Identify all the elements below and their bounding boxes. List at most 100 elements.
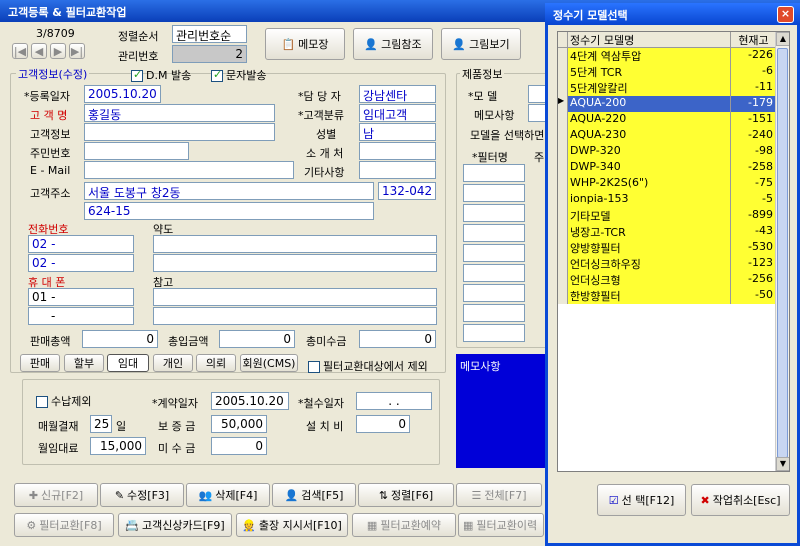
ref2-field[interactable]	[153, 307, 437, 325]
rent-field[interactable]: 15,000	[90, 437, 146, 455]
col-model-name[interactable]: 정수기 모델명	[568, 32, 731, 47]
dm-checkbox[interactable]: D.M 발송	[131, 67, 191, 83]
type-member-button[interactable]: 회원(CMS)	[240, 354, 298, 372]
rrn-field[interactable]	[84, 142, 189, 160]
filter-change-button[interactable]: ⚙ 필터교환[F8]	[14, 513, 114, 537]
model-name: AQUA-220	[568, 112, 731, 128]
filter-history-button[interactable]: ▦ 필터교환이력	[458, 513, 544, 537]
model-field[interactable]	[528, 85, 546, 103]
model-row[interactable]: AQUA-220 -151	[558, 112, 776, 128]
mobile1-field[interactable]: 01 -	[28, 288, 134, 306]
mobile2-field[interactable]: -	[28, 307, 134, 325]
picture-ref-button[interactable]: 👤 그림참조	[353, 28, 433, 60]
email-field[interactable]	[84, 161, 294, 179]
etc-field[interactable]	[359, 161, 436, 179]
filter-row[interactable]	[463, 264, 525, 282]
sort-button[interactable]: ⇅ 정렬[F6]	[358, 483, 454, 507]
phone2-field[interactable]: 02 -	[28, 254, 134, 272]
category-field[interactable]: 임대고객	[359, 104, 436, 122]
memo-button[interactable]: 📋 메모장	[265, 28, 345, 60]
all-button[interactable]: ☰ 전체[F7]	[456, 483, 542, 507]
install-field[interactable]: 0	[356, 415, 410, 433]
model-row[interactable]: ▶ AQUA-200 -179	[558, 96, 776, 112]
sort-select[interactable]: 관리번호순	[172, 25, 247, 43]
map2-field[interactable]	[153, 254, 437, 272]
filter-row[interactable]	[463, 184, 525, 202]
cancel-button[interactable]: ✖ 작업취소[Esc]	[691, 484, 790, 516]
model-row[interactable]: AQUA-230 -240	[558, 128, 776, 144]
first-record-button[interactable]: |◀	[12, 43, 28, 59]
model-row[interactable]: 기타모델 -899	[558, 208, 776, 224]
col-stock[interactable]: 현재고	[731, 32, 776, 47]
search-button[interactable]: 👤 검색[F5]	[272, 483, 356, 507]
model-row[interactable]: 4단계 역삼투압 -226	[558, 48, 776, 64]
type-request-button[interactable]: 의뢰	[196, 354, 236, 372]
picture-view-button[interactable]: 👤 그림보기	[441, 28, 521, 60]
scroll-up-icon[interactable]: ▲	[776, 32, 789, 46]
model-grid[interactable]: 정수기 모델명 현재고 4단계 역삼투압 -226 5단계 TCR -6 5단계알칼리 -…	[557, 31, 790, 472]
type-sale-button[interactable]: 판매	[20, 354, 60, 372]
filter-reserve-button[interactable]: ▦ 필터교환예약	[352, 513, 456, 537]
sms-checkbox[interactable]: 문자발송	[211, 67, 266, 83]
dispatch-button[interactable]: 👷 출장 지시서[F10]	[236, 513, 348, 537]
next-record-button[interactable]: ▶	[50, 43, 66, 59]
product-section-title: 제품정보	[460, 66, 505, 82]
filter-row[interactable]	[463, 224, 525, 242]
gender-field[interactable]: 남	[359, 123, 436, 141]
zip-field[interactable]: 132-042	[378, 182, 436, 200]
info-field[interactable]	[84, 123, 275, 141]
vertical-scrollbar[interactable]: ▲ ▼	[775, 32, 789, 471]
new-icon: ✚	[28, 488, 39, 502]
ref1-field[interactable]	[153, 288, 437, 306]
product-memo-field[interactable]	[528, 104, 546, 122]
filter-row[interactable]	[463, 164, 525, 182]
type-installment-button[interactable]: 할부	[64, 354, 104, 372]
last-record-button[interactable]: ▶|	[69, 43, 85, 59]
select-button[interactable]: ☑ 선 택[F12]	[597, 484, 686, 516]
address2-field[interactable]: 624-15	[84, 202, 374, 220]
scroll-thumb[interactable]	[777, 48, 788, 458]
filter-row[interactable]	[463, 244, 525, 262]
filter-row[interactable]	[463, 284, 525, 302]
manager-field[interactable]: 강남센타	[359, 85, 436, 103]
filter-row[interactable]	[463, 304, 525, 322]
dialog-title-bar: 정수기 모델선택 ×	[545, 3, 800, 25]
address-field[interactable]: 서울 도봉구 창2동	[84, 182, 374, 200]
close-icon[interactable]: ×	[777, 6, 794, 23]
filter-row[interactable]	[463, 204, 525, 222]
model-row[interactable]: DWP-340 -258	[558, 160, 776, 176]
name-field[interactable]: 홍길동	[84, 104, 275, 122]
reg-date-field[interactable]: 2005.10.20	[84, 85, 161, 103]
edit-button[interactable]: ✎ 수정[F3]	[100, 483, 184, 507]
new-button[interactable]: ✚ 신규[F2]	[14, 483, 98, 507]
referrer-field[interactable]	[359, 142, 436, 160]
model-row[interactable]: 언더싱크형 -256	[558, 272, 776, 288]
model-row[interactable]: WHP-2K2S(6") -75	[558, 176, 776, 192]
type-personal-button[interactable]: 개인	[153, 354, 193, 372]
model-row[interactable]: DWP-320 -98	[558, 144, 776, 160]
filter-row[interactable]	[463, 324, 525, 342]
model-row[interactable]: ionpia-153 -5	[558, 192, 776, 208]
prev-record-button[interactable]: ◀	[31, 43, 47, 59]
model-row[interactable]: 양방향필터 -530	[558, 240, 776, 256]
reg-date-label: *등록일자	[24, 90, 70, 103]
model-row[interactable]: 한방향필터 -50	[558, 288, 776, 304]
model-row[interactable]: 5단계 TCR -6	[558, 64, 776, 80]
monthly-day-field[interactable]: 25	[90, 415, 112, 433]
delete-button[interactable]: 👥 삭제[F4]	[186, 483, 270, 507]
scroll-down-icon[interactable]: ▼	[776, 457, 789, 471]
model-row[interactable]: 5단계알칼리 -11	[558, 80, 776, 96]
filter-exclude-checkbox[interactable]: 필터교환대상에서 제외	[308, 358, 428, 374]
contract-date-field[interactable]: 2005.10.20	[211, 392, 289, 410]
memo-box[interactable]: 메모사항	[456, 354, 548, 468]
map1-field[interactable]	[153, 235, 437, 253]
deposit-field[interactable]: 50,000	[211, 415, 267, 433]
etc-label: 기타사항	[304, 166, 345, 179]
withdraw-date-field[interactable]: . .	[356, 392, 432, 410]
model-row[interactable]: 언더싱크하우징 -123	[558, 256, 776, 272]
type-rental-button[interactable]: 임대	[107, 354, 149, 372]
collect-exclude-checkbox[interactable]: 수납제외	[36, 393, 91, 409]
phone1-field[interactable]: 02 -	[28, 235, 134, 253]
model-row[interactable]: 냉장고-TCR -43	[558, 224, 776, 240]
customer-card-button[interactable]: 📇 고객신상카드[F9]	[118, 513, 232, 537]
